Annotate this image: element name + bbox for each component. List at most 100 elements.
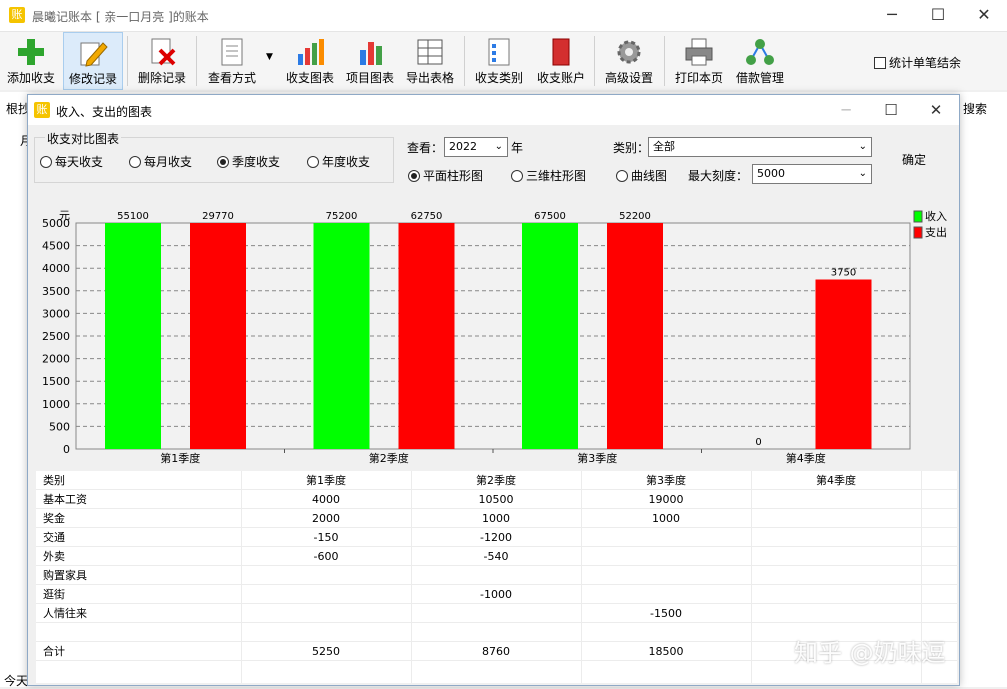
dialog-close-icon[interactable]: ✕ <box>913 95 959 125</box>
table-header-cell: 第4季度 <box>816 474 856 487</box>
table-cell: 人情往来 <box>43 607 87 620</box>
edit-record-button[interactable]: 修改记录 <box>63 32 123 90</box>
dialog-maximize-icon[interactable]: ☐ <box>868 95 914 125</box>
radio-daily[interactable]: 每天收支 <box>40 153 103 170</box>
radio-quarterly[interactable]: 季度收支 <box>217 153 280 170</box>
bar-income <box>313 223 370 449</box>
toolbar-label: 修改记录 <box>68 72 117 86</box>
table-cell: -540 <box>483 550 509 563</box>
table-cell: 18500 <box>648 645 684 658</box>
table-row[interactable]: 奖金 2000 1000 1000 <box>36 509 957 528</box>
table-cell: 1000 <box>652 512 680 525</box>
radio-label: 年度收支 <box>322 155 371 169</box>
table-row[interactable]: 交通 -150 -1200 <box>36 528 957 547</box>
dialog-minimize-icon[interactable]: ─ <box>823 95 869 125</box>
table-cell: 基本工资 <box>43 493 87 506</box>
table-row[interactable]: 逛街 -1000 <box>36 585 957 604</box>
radio-flat-bar[interactable]: 平面柱形图 <box>408 167 483 184</box>
table-cell: 逛街 <box>43 588 65 601</box>
radio-3d-bar[interactable]: 三维柱形图 <box>511 167 586 184</box>
y-tick-label: 1000 <box>42 398 70 411</box>
export-table-button[interactable]: 导出表格 <box>402 32 458 90</box>
view-mode-button[interactable]: 查看方式 <box>202 32 262 90</box>
max-scale-select[interactable]: 5000 ⌄ <box>752 164 872 184</box>
radio-circle[interactable] <box>616 170 628 182</box>
table-header-row[interactable]: 类别 第1季度 第2季度 第3季度 第4季度 <box>36 471 957 490</box>
y-tick-label: 4500 <box>42 240 70 253</box>
y-tick-label: 4000 <box>42 262 70 275</box>
max-scale-label: 最大刻度： <box>688 169 749 183</box>
table-cell: 1000 <box>482 512 510 525</box>
radio-monthly[interactable]: 每月收支 <box>129 153 192 170</box>
table-cell: -600 <box>313 550 339 563</box>
legend-label: 收入 <box>925 209 947 223</box>
income-expense-chart: 0500100015002000250030003500400045005000… <box>42 209 947 465</box>
project-chart-button[interactable]: 项目图表 <box>342 32 398 90</box>
max-scale-value: 5000 <box>757 167 785 180</box>
radio-circle[interactable] <box>40 156 52 168</box>
checkbox-label: 统计单笔结余 <box>889 56 962 70</box>
radio-circle[interactable] <box>307 156 319 168</box>
print-button[interactable]: 打印本页 <box>670 32 728 90</box>
income-chart-button[interactable]: 收支图表 <box>282 32 338 90</box>
close-icon[interactable]: ✕ <box>961 0 1007 32</box>
y-tick-label: 2000 <box>42 353 70 366</box>
y-tick-label: 1500 <box>42 375 70 388</box>
project-chart-icon <box>360 42 382 65</box>
table-cell <box>581 623 751 642</box>
checkbox-box[interactable] <box>874 57 886 69</box>
radio-yearly[interactable]: 年度收支 <box>307 153 370 170</box>
table-cell: 购置家具 <box>43 569 87 582</box>
table-row[interactable]: 人情往来 -1500 <box>36 604 957 623</box>
add-record-button[interactable]: 添加收支 <box>2 32 60 90</box>
year-suffix: 年 <box>511 141 524 155</box>
table-header-cell: 第1季度 <box>306 474 346 487</box>
data-label: 52200 <box>619 211 651 222</box>
year-select[interactable]: 2022 ⌄ <box>444 137 508 157</box>
category-select[interactable]: 全部 ⌄ <box>648 137 872 157</box>
loan-management-button[interactable]: 借款管理 <box>731 32 789 90</box>
legend-swatch <box>913 226 923 239</box>
maximize-icon[interactable]: ☐ <box>915 0 961 32</box>
radio-circle[interactable] <box>511 170 523 182</box>
table-row[interactable]: 基本工资 4000 10500 19000 <box>36 490 957 509</box>
chevron-down-icon: ⌄ <box>494 141 503 152</box>
chevron-down-icon: ⌄ <box>858 141 867 152</box>
toolbar-label: 高级设置 <box>604 71 653 85</box>
account-button[interactable]: 收支账户 <box>532 32 590 90</box>
category-value: 全部 <box>653 140 675 153</box>
confirm-button[interactable]: 确定 <box>902 151 926 168</box>
stat-balance-checkbox[interactable]: 统计单笔结余 <box>874 54 961 71</box>
delete-doc-icon <box>151 38 176 66</box>
bar-chart-icon <box>298 39 324 65</box>
radio-circle[interactable] <box>129 156 141 168</box>
category-button[interactable]: 收支类别 <box>470 32 528 90</box>
table-cell: 2000 <box>312 512 340 525</box>
table-row[interactable]: 外卖 -600 -540 <box>36 547 957 566</box>
chevron-down-icon[interactable]: ▼ <box>266 52 273 62</box>
table-cell: 19000 <box>648 493 684 506</box>
window-title: 晨曦记账本 [ 亲一口月亮 ]的账本 <box>32 10 209 24</box>
table-cell: 交通 <box>43 531 65 544</box>
edit-pencil-icon <box>80 42 108 67</box>
search-label[interactable]: 搜索 <box>963 100 987 117</box>
app-titlebar: 账 晨曦记账本 [ 亲一口月亮 ]的账本 ─ ☐ ✕ <box>0 0 1007 32</box>
settings-button[interactable]: 高级设置 <box>600 32 658 90</box>
data-label: 67500 <box>534 211 566 222</box>
minimize-icon[interactable]: ─ <box>869 0 915 32</box>
radio-circle[interactable] <box>217 156 229 168</box>
year-value: 2022 <box>449 140 477 153</box>
table-cell <box>751 585 921 604</box>
printer-icon <box>685 38 713 66</box>
toolbar-label: 项目图表 <box>345 71 394 85</box>
table-cell: -1200 <box>480 531 512 544</box>
data-label: 0 <box>755 437 761 448</box>
table-cell: 4000 <box>312 493 340 506</box>
table-cell: -150 <box>313 531 339 544</box>
radio-label: 每天收支 <box>55 155 104 169</box>
delete-record-button[interactable]: 删除记录 <box>133 32 191 90</box>
toolbar-label: 查看方式 <box>207 71 256 85</box>
table-row[interactable]: 购置家具 <box>36 566 957 585</box>
radio-curve[interactable]: 曲线图 <box>616 167 667 184</box>
radio-circle[interactable] <box>408 170 420 182</box>
